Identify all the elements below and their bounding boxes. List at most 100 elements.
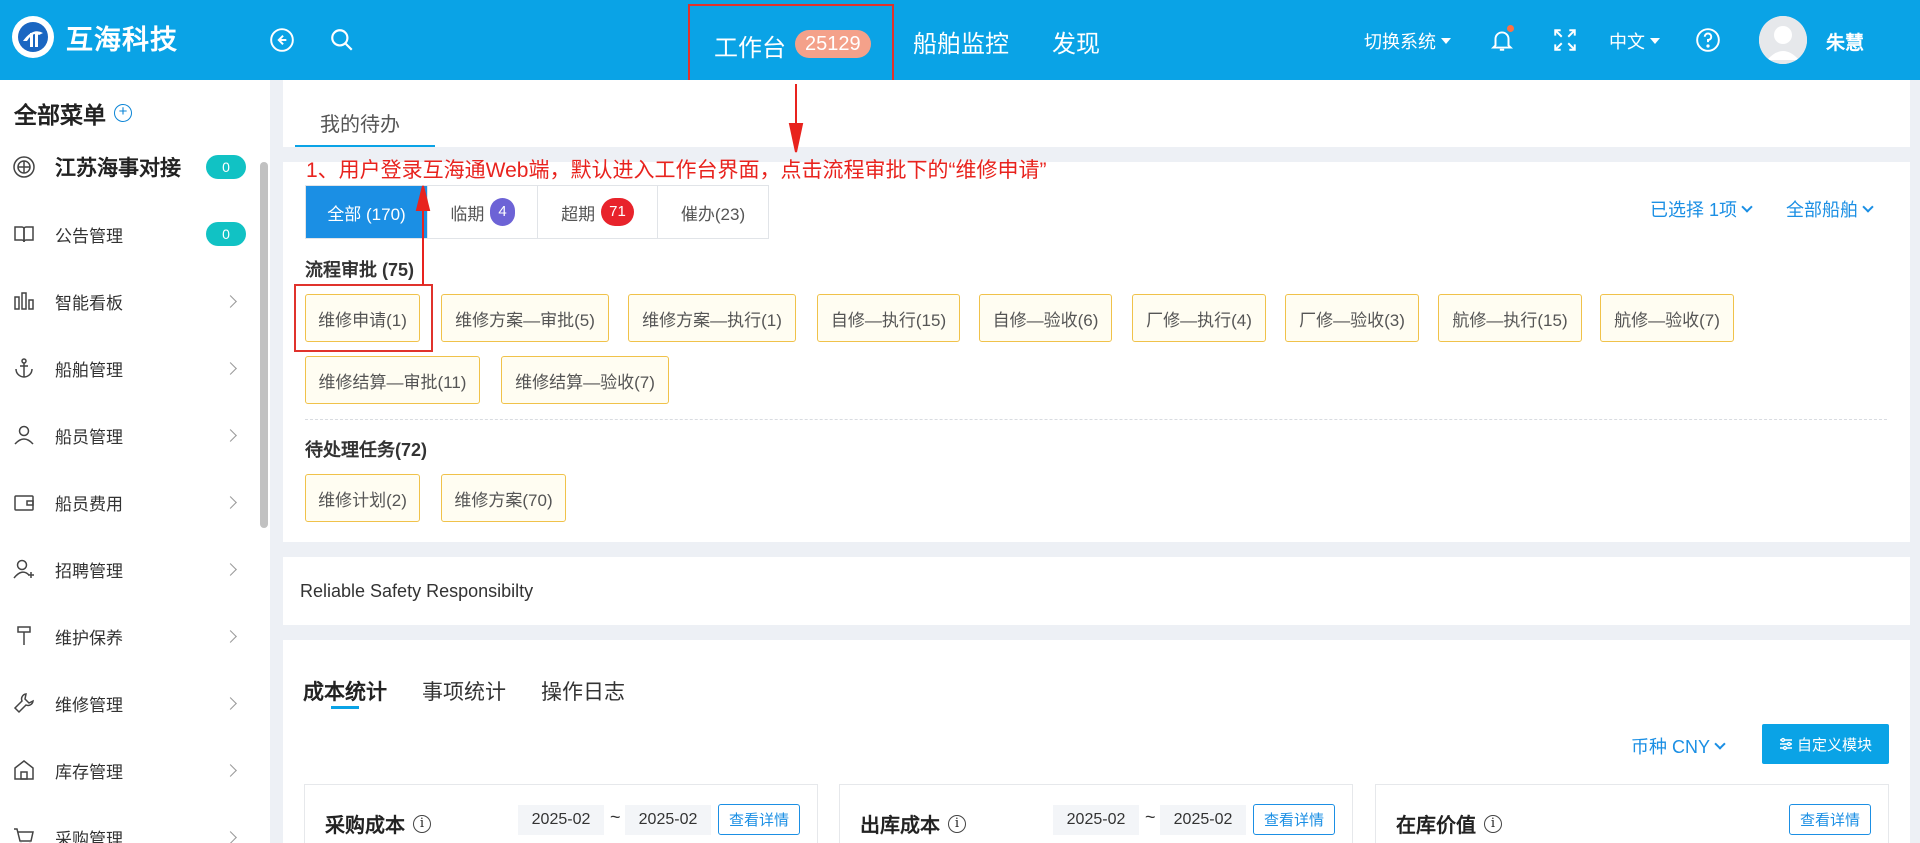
help-icon[interactable] (1694, 26, 1722, 54)
card-title-label: 在库价值 (1396, 815, 1476, 837)
chevron-down-icon (1862, 201, 1874, 213)
chevron-right-icon (224, 763, 237, 777)
view-details-button[interactable]: 查看详情 (1253, 804, 1335, 835)
card-title: 在库价值 i (1396, 809, 1502, 838)
chevron-down-icon (1741, 201, 1753, 213)
filter-near-due[interactable]: 临期 4 (428, 186, 538, 238)
date-from[interactable]: 2025-02 (518, 805, 604, 835)
approval-tag[interactable]: 自修—执行(15) (817, 294, 960, 342)
approval-tag[interactable]: 厂修—验收(3) (1285, 294, 1419, 342)
fullscreen-icon[interactable] (1551, 26, 1579, 54)
sidebar-item-maintenance[interactable]: 维护保养 (0, 614, 262, 658)
section-divider (305, 419, 1887, 420)
info-icon[interactable]: i (413, 814, 431, 833)
chevron-right-icon (224, 830, 237, 843)
back-circle-icon[interactable] (268, 26, 296, 54)
approval-tag[interactable]: 维修结算—审批(11) (305, 356, 480, 404)
view-details-button[interactable]: 查看详情 (718, 804, 800, 835)
sidebar-scrollbar[interactable] (260, 162, 268, 528)
sidebar-item-badge: 0 (206, 155, 246, 179)
filter-urge[interactable]: 催办(23) (658, 186, 768, 238)
nav-workbench[interactable]: 工作台 25129 (688, 4, 894, 82)
brand[interactable]: 互海科技 (12, 16, 178, 58)
date-to[interactable]: 2025-02 (1160, 805, 1246, 835)
approval-tag[interactable]: 厂修—执行(4) (1132, 294, 1266, 342)
nav-discover[interactable]: 发现 (1052, 24, 1100, 59)
sidebar-item-purchasing[interactable]: 采购管理 (0, 815, 262, 843)
sidebar-item-jiangsu-maritime[interactable]: 江苏海事对接 0 (0, 145, 262, 189)
sidebar-item-label: 维修管理 (55, 695, 123, 715)
sidebar-item-label: 库存管理 (55, 762, 123, 782)
caret-down-icon (1650, 38, 1660, 44)
selected-dropdown[interactable]: 已选择 1项 (1650, 196, 1753, 222)
tab-item-stats[interactable]: 事项统计 (422, 676, 506, 706)
approval-tag[interactable]: 维修方案—审批(5) (441, 294, 609, 342)
card-title-label: 采购成本 (325, 815, 405, 837)
card-purchase-cost: 采购成本 i 2025-02 ~ 2025-02 查看详情 (304, 784, 818, 843)
sidebar-item-crew-costs[interactable]: 船员费用 (0, 480, 262, 524)
date-to[interactable]: 2025-02 (625, 805, 711, 835)
sidebar-item-ship-management[interactable]: 船舶管理 (0, 346, 262, 390)
card-title-label: 出库成本 (860, 815, 940, 837)
tab-cost-stats[interactable]: 成本统计 (303, 676, 387, 706)
approval-tag[interactable]: 航修—执行(15) (1438, 294, 1582, 342)
sidebar-title-label: 全部菜单 (14, 102, 106, 128)
sidebar-item-label: 维护保养 (55, 628, 123, 648)
bell-icon[interactable] (1488, 25, 1516, 54)
approval-tag[interactable]: 航修—验收(7) (1600, 294, 1734, 342)
tab-operation-log[interactable]: 操作日志 (541, 676, 625, 706)
sidebar-item-recruitment[interactable]: 招聘管理 (0, 547, 262, 591)
all-ships-dropdown[interactable]: 全部船舶 (1786, 196, 1874, 222)
nav-workbench-badge: 25129 (795, 30, 871, 58)
sidebar-item-label: 招聘管理 (55, 561, 123, 581)
tab-underline (295, 145, 435, 147)
approval-tag[interactable]: 维修方案—执行(1) (628, 294, 796, 342)
approval-tag[interactable]: 维修结算—验收(7) (501, 356, 669, 404)
anchor-icon (12, 356, 36, 380)
cart-icon (12, 825, 36, 843)
book-icon (12, 222, 36, 246)
wrench-icon (12, 691, 36, 715)
username[interactable]: 朱慧 (1826, 28, 1864, 55)
sidebar-item-label: 公告管理 (55, 226, 123, 246)
filter-tabs: 全部 (170) 临期 4 超期 71 催办(23) (305, 185, 769, 239)
sidebar-item-smart-board[interactable]: 智能看板 (0, 279, 262, 323)
sidebar-item-repair-management[interactable]: 维修管理 (0, 681, 262, 725)
search-icon[interactable] (328, 26, 356, 54)
tab-my-todo[interactable]: 我的待办 (320, 108, 400, 137)
caret-down-icon (1441, 38, 1451, 44)
brand-logo-icon (12, 16, 54, 58)
filter-overdue[interactable]: 超期 71 (538, 186, 658, 238)
sidebar-item-announcements[interactable]: 公告管理 0 (0, 212, 262, 256)
info-icon[interactable]: i (948, 814, 966, 833)
add-menu-icon[interactable]: + (114, 104, 132, 122)
avatar[interactable] (1759, 16, 1807, 64)
chevron-right-icon (224, 361, 237, 375)
filter-all[interactable]: 全部 (170) (306, 186, 428, 238)
currency-label: 币种 CNY (1631, 737, 1711, 757)
sidebar-item-crew-management[interactable]: 船员管理 (0, 413, 262, 457)
card-outbound-cost: 出库成本 i 2025-02 ~ 2025-02 查看详情 (839, 784, 1353, 843)
pending-tag[interactable]: 维修方案(70) (441, 474, 566, 522)
sidebar-item-inventory[interactable]: 库存管理 (0, 748, 262, 792)
custom-module-button[interactable]: 自定义模块 (1762, 724, 1889, 764)
date-from[interactable]: 2025-02 (1053, 805, 1139, 835)
language-dropdown[interactable]: 中文 (1609, 28, 1660, 54)
currency-dropdown[interactable]: 币种 CNY (1631, 733, 1726, 759)
custom-module-label: 自定义模块 (1796, 736, 1872, 754)
card-title: 采购成本 i (325, 809, 431, 838)
sidebar-item-label: 船员管理 (55, 427, 123, 447)
approval-tag[interactable]: 自修—验收(6) (979, 294, 1112, 342)
view-details-button[interactable]: 查看详情 (1789, 804, 1871, 835)
tab-header-panel (283, 80, 1910, 147)
switch-system-dropdown[interactable]: 切换系统 (1364, 28, 1451, 54)
pending-tag[interactable]: 维修计划(2) (305, 474, 420, 522)
chevron-right-icon (224, 629, 237, 643)
selected-label: 已选择 1项 (1650, 200, 1738, 220)
sidebar-item-label: 船舶管理 (55, 360, 123, 380)
sidebar-item-label: 智能看板 (55, 293, 123, 313)
info-icon[interactable]: i (1484, 814, 1502, 833)
sidebar-item-label: 江苏海事对接 (55, 157, 181, 180)
sidebar-item-badge: 0 (206, 222, 246, 246)
nav-ship-monitor[interactable]: 船舶监控 (913, 24, 1009, 59)
